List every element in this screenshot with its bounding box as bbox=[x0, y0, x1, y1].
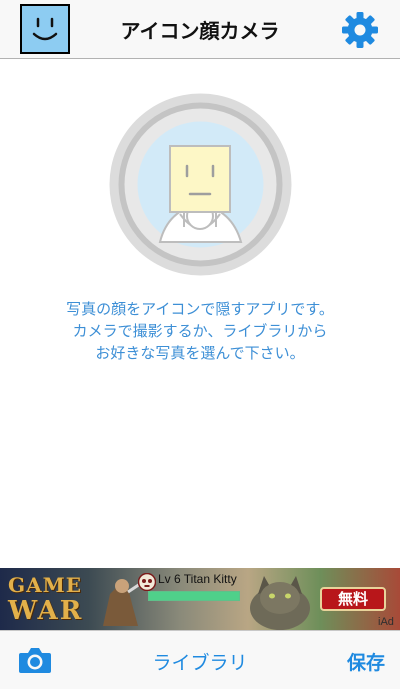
library-button[interactable]: ライブラリ bbox=[140, 648, 260, 675]
game-title-line1: GAME bbox=[8, 573, 82, 597]
save-button[interactable]: 保存 bbox=[347, 648, 385, 675]
navigation-bar: アイコン顔カメラ bbox=[0, 0, 400, 59]
health-bar bbox=[148, 591, 240, 601]
face-mask-portrait-icon bbox=[108, 92, 293, 277]
game-logo: GAME WAR bbox=[8, 572, 94, 624]
bottom-toolbar: ライブラリ 保存 bbox=[0, 630, 400, 689]
gear-icon[interactable] bbox=[341, 11, 379, 49]
description-line: 写真の顔をアイコンで隠すアプリです。 bbox=[66, 300, 334, 318]
free-badge[interactable]: 無料 bbox=[320, 587, 386, 611]
description-text: 写真の顔をアイコンで隠すアプリです。 カメラで撮影するか、ライブラリから お好き… bbox=[0, 298, 400, 364]
skull-icon bbox=[137, 572, 157, 592]
health-bar-fill bbox=[149, 592, 239, 600]
page-title: アイコン顔カメラ bbox=[120, 19, 280, 43]
ad-banner[interactable]: GAME WAR Lv 6 Titan Kitty 無料 iAd bbox=[0, 568, 400, 630]
cat-image bbox=[248, 570, 312, 630]
description-line: カメラで撮影するか、ライブラリから bbox=[72, 322, 328, 340]
ad-level-text: Lv 6 Titan Kitty bbox=[158, 572, 237, 586]
description-line: お好きな写真を選んで下さい。 bbox=[95, 344, 305, 362]
iad-label: iAd bbox=[378, 616, 394, 628]
camera-icon[interactable] bbox=[18, 645, 52, 675]
game-title-line2: WAR bbox=[8, 596, 84, 626]
